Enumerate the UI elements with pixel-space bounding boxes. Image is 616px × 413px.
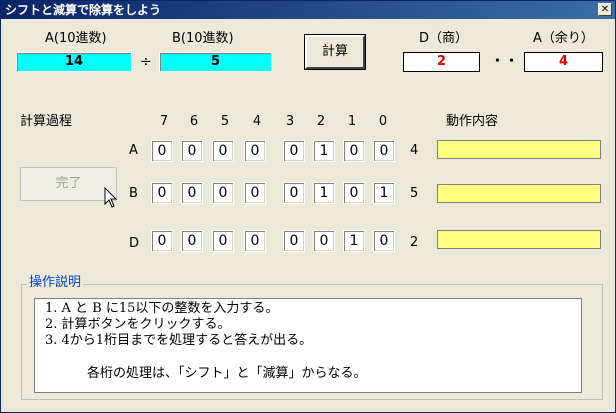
row-decimal-d: 2 — [410, 235, 419, 250]
app-window: シフトと減算で除算をしよう ✕ A(10進数) 14 ÷ B(10進数) 5 計… — [0, 0, 616, 413]
calculate-button[interactable]: 計算 — [304, 34, 366, 70]
bit-header: 0 — [378, 114, 388, 129]
bit-cell: 0 — [151, 182, 173, 204]
quotient-label: D（商） — [419, 31, 469, 46]
bit-cell: 0 — [244, 140, 266, 162]
bit-cell: 1 — [373, 182, 395, 204]
close-button[interactable]: ✕ — [598, 3, 612, 16]
bit-cell: 0 — [343, 182, 365, 204]
bit-cell: 0 — [373, 140, 395, 162]
instructions-box: 1. A と B に15以下の整数を入力する。 2. 計算ボタンをクリックする。… — [34, 298, 582, 393]
bit-cell: 1 — [313, 182, 335, 204]
action-header: 動作内容 — [446, 114, 499, 129]
bit-header: 7 — [159, 114, 169, 129]
bit-cell: 0 — [343, 140, 365, 162]
bit-cell: 0 — [283, 230, 305, 252]
bit-cell: 0 — [151, 140, 173, 162]
bit-cell: 1 — [343, 230, 365, 252]
bit-cell: 0 — [212, 182, 234, 204]
bit-cell: 0 — [373, 230, 395, 252]
instruction-line: 2. 計算ボタンをクリックする。 — [45, 317, 231, 332]
divide-symbol: ÷ — [140, 54, 152, 70]
title-bar: シフトと減算で除算をしよう ✕ — [1, 1, 615, 19]
bit-cell: 0 — [212, 140, 234, 162]
done-button[interactable]: 完了 — [20, 167, 117, 201]
action-field-d — [437, 230, 601, 249]
row-decimal-b: 5 — [410, 186, 419, 201]
bit-cell: 0 — [244, 182, 266, 204]
bit-cell: 0 — [244, 230, 266, 252]
bit-header: 4 — [252, 114, 262, 129]
a-input[interactable]: 14 — [16, 52, 132, 72]
bit-cell: 0 — [212, 230, 234, 252]
action-field-b — [437, 184, 601, 203]
quotient-output: 2 — [403, 52, 480, 72]
remainder-label: A（余り） — [533, 31, 594, 46]
row-label-b: B — [129, 186, 138, 201]
bit-header: 1 — [347, 114, 357, 129]
instruction-line: 各桁の処理は、「シフト」と「減算」からなる。 — [87, 366, 367, 381]
bit-cell: 0 — [151, 230, 173, 252]
instruction-line: 1. A と B に15以下の整数を入力する。 — [45, 301, 279, 316]
row-label-d: D — [129, 236, 140, 251]
bit-cell: 0 — [181, 140, 203, 162]
remainder-output: 4 — [524, 52, 603, 72]
b-input-label: B(10進数) — [172, 31, 234, 46]
bit-cell: 0 — [181, 230, 203, 252]
a-input-label: A(10進数) — [45, 31, 107, 46]
process-title: 計算過程 — [20, 114, 73, 129]
instructions-title: 操作説明 — [27, 275, 84, 291]
window-title: シフトと減算で除算をしよう — [5, 3, 162, 17]
row-label-a: A — [129, 143, 138, 158]
action-field-a — [437, 140, 601, 159]
bit-header: 6 — [189, 114, 199, 129]
instruction-line: 3. 4から1桁目までを処理すると答えが出る。 — [45, 333, 313, 348]
b-input[interactable]: 5 — [159, 52, 272, 72]
bit-cell: 1 — [313, 140, 335, 162]
bit-header: 2 — [316, 114, 326, 129]
bit-cell: 0 — [283, 182, 305, 204]
bit-cell: 0 — [181, 182, 203, 204]
row-decimal-a: 4 — [410, 143, 419, 158]
bit-cell: 0 — [283, 140, 305, 162]
bit-cell: 0 — [313, 230, 335, 252]
bit-header: 5 — [220, 114, 230, 129]
bit-header: 3 — [285, 114, 295, 129]
mouse-cursor-icon — [104, 187, 118, 208]
